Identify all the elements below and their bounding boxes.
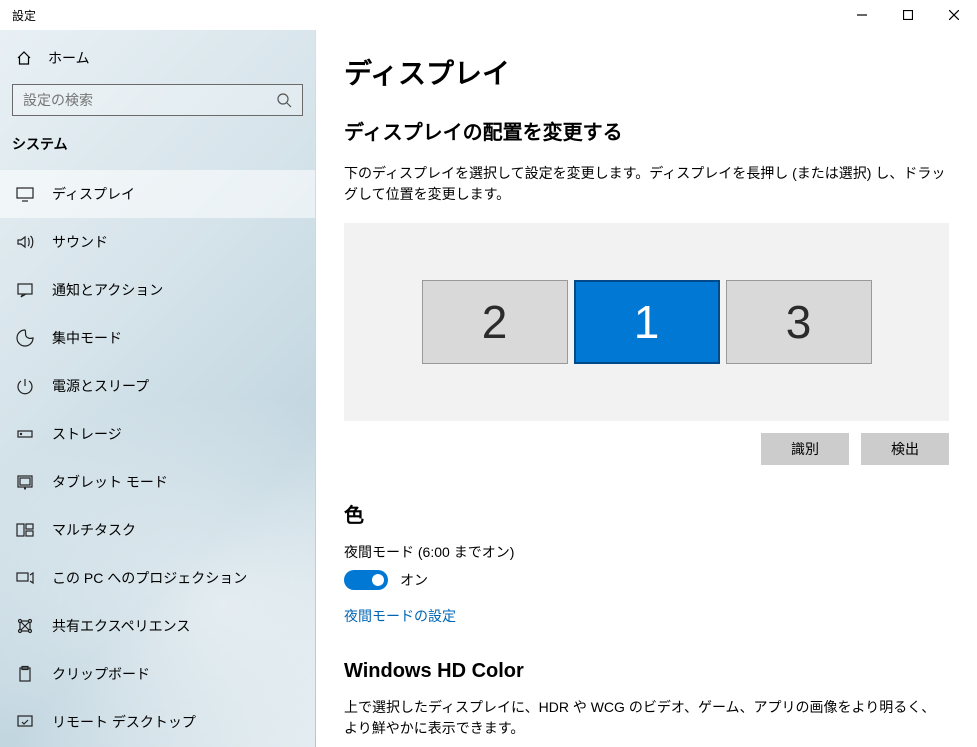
remote-icon bbox=[16, 713, 34, 731]
detect-button[interactable]: 検出 bbox=[861, 433, 949, 465]
sidebar-item-label: タブレット モード bbox=[52, 472, 168, 492]
hdcolor-heading: Windows HD Color bbox=[344, 660, 949, 683]
power-icon bbox=[16, 377, 34, 395]
sidebar-item-label: 通知とアクション bbox=[52, 280, 163, 300]
monitor-3[interactable]: 3 bbox=[726, 280, 872, 364]
sidebar-item-2[interactable]: 通知とアクション bbox=[0, 266, 315, 314]
night-mode-toggle[interactable] bbox=[344, 570, 388, 590]
monitor-2[interactable]: 2 bbox=[422, 280, 568, 364]
night-mode-settings-link[interactable]: 夜間モードの設定 bbox=[344, 606, 949, 626]
display-arrangement[interactable]: 213 bbox=[344, 223, 949, 421]
sidebar-item-label: 共有エクスペリエンス bbox=[52, 616, 190, 636]
sound-icon bbox=[16, 233, 34, 251]
sidebar: ホーム システム ディスプレイサウンド通知とアクション集中モード電源とスリープス… bbox=[0, 30, 316, 747]
arrange-heading: ディスプレイの配置を変更する bbox=[344, 116, 949, 145]
sidebar-item-11[interactable]: リモート デスクトップ bbox=[0, 698, 315, 746]
hdcolor-desc: 上で選択したディスプレイに、HDR や WCG のビデオ、ゲーム、アプリの画像を… bbox=[344, 697, 949, 739]
sidebar-item-label: リモート デスクトップ bbox=[52, 712, 196, 732]
home-label: ホーム bbox=[48, 48, 90, 68]
titlebar: 設定 bbox=[0, 0, 977, 30]
identify-button[interactable]: 識別 bbox=[761, 433, 849, 465]
sidebar-item-0[interactable]: ディスプレイ bbox=[0, 170, 315, 218]
close-button[interactable] bbox=[931, 0, 977, 30]
minimize-button[interactable] bbox=[839, 0, 885, 30]
shared-icon bbox=[16, 617, 34, 635]
night-mode-label: 夜間モード (6:00 までオン) bbox=[344, 542, 949, 562]
night-mode-state: オン bbox=[400, 570, 428, 590]
sidebar-item-8[interactable]: この PC へのプロジェクション bbox=[0, 554, 315, 602]
category-label: システム bbox=[0, 116, 315, 164]
color-heading: 色 bbox=[344, 499, 949, 528]
window-controls bbox=[839, 0, 977, 30]
tablet-icon bbox=[16, 473, 34, 491]
sidebar-item-label: クリップボード bbox=[52, 664, 150, 684]
search-input[interactable] bbox=[23, 92, 276, 108]
sidebar-item-label: ストレージ bbox=[52, 424, 122, 444]
sidebar-item-label: サウンド bbox=[52, 232, 108, 252]
sidebar-item-4[interactable]: 電源とスリープ bbox=[0, 362, 315, 410]
sidebar-item-10[interactable]: クリップボード bbox=[0, 650, 315, 698]
search-box[interactable] bbox=[12, 84, 303, 116]
window-title: 設定 bbox=[0, 0, 839, 24]
clipboard-icon bbox=[16, 665, 34, 683]
page-title: ディスプレイ bbox=[344, 52, 949, 92]
arrange-desc: 下のディスプレイを選択して設定を変更します。ディスプレイを長押し (または選択)… bbox=[344, 163, 949, 205]
sidebar-item-6[interactable]: タブレット モード bbox=[0, 458, 315, 506]
search-icon bbox=[276, 92, 292, 108]
sidebar-item-label: この PC へのプロジェクション bbox=[52, 568, 247, 588]
sidebar-item-label: マルチタスク bbox=[52, 520, 136, 540]
display-icon bbox=[16, 185, 34, 203]
home-icon bbox=[16, 50, 32, 66]
maximize-button[interactable] bbox=[885, 0, 931, 30]
sidebar-item-label: ディスプレイ bbox=[52, 184, 135, 204]
nav-list: ディスプレイサウンド通知とアクション集中モード電源とスリープストレージタブレット… bbox=[0, 170, 315, 746]
sidebar-item-7[interactable]: マルチタスク bbox=[0, 506, 315, 554]
sidebar-item-1[interactable]: サウンド bbox=[0, 218, 315, 266]
main-panel: ディスプレイ ディスプレイの配置を変更する 下のディスプレイを選択して設定を変更… bbox=[316, 30, 977, 747]
sidebar-item-3[interactable]: 集中モード bbox=[0, 314, 315, 362]
sidebar-item-label: 電源とスリープ bbox=[52, 376, 149, 396]
sidebar-item-label: 集中モード bbox=[52, 328, 122, 348]
monitor-1[interactable]: 1 bbox=[574, 280, 720, 364]
sidebar-item-5[interactable]: ストレージ bbox=[0, 410, 315, 458]
storage-icon bbox=[16, 425, 34, 443]
notification-icon bbox=[16, 281, 34, 299]
projection-icon bbox=[16, 569, 34, 587]
sidebar-item-9[interactable]: 共有エクスペリエンス bbox=[0, 602, 315, 650]
home-nav[interactable]: ホーム bbox=[0, 36, 315, 80]
focus-icon bbox=[16, 329, 34, 347]
multitask-icon bbox=[16, 521, 34, 539]
